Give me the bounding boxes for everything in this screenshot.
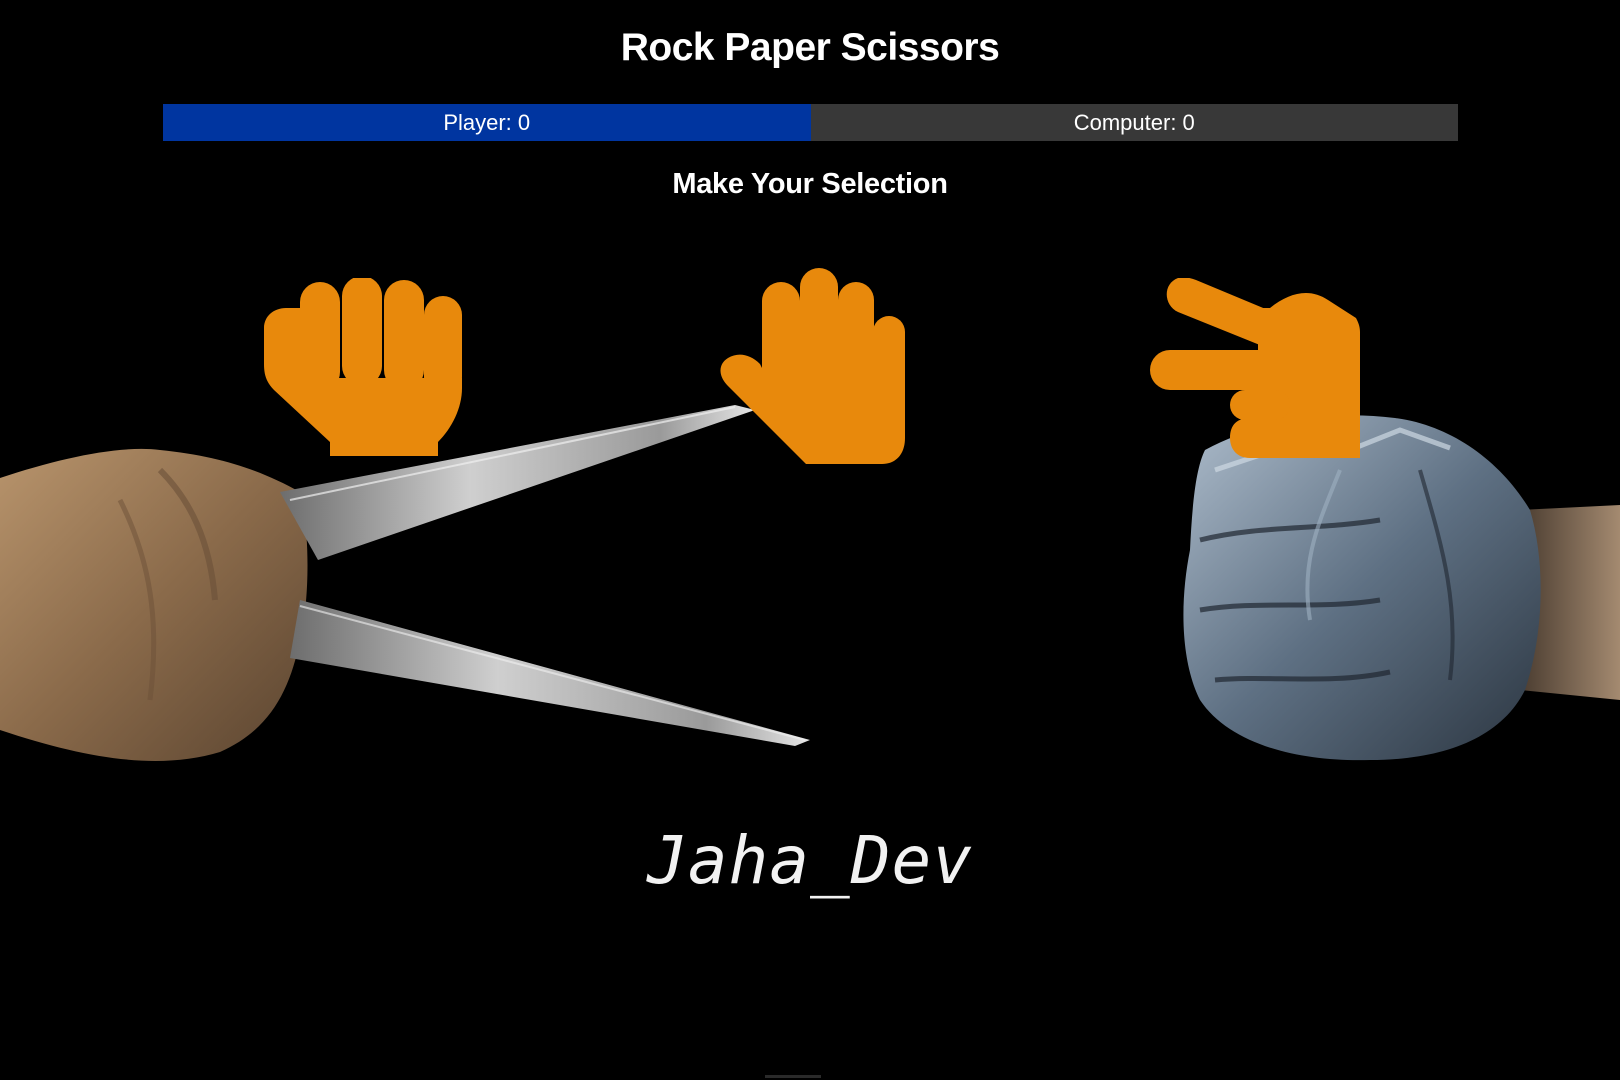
author-signature: Jaha_Dev (647, 822, 973, 899)
selection-prompt: Make Your Selection (672, 168, 948, 200)
rock-fist-image (1183, 415, 1620, 761)
scoreboard: Player: 0 Computer: 0 (163, 104, 1458, 141)
background-artwork (0, 405, 1620, 761)
computer-score: Computer: 0 (810, 104, 1458, 141)
scissors-hand-icon (1150, 278, 1360, 458)
paper-hand-icon (720, 268, 905, 464)
rock-button[interactable] (262, 278, 472, 460)
game-page: Rock Paper Scissors Player: 0 Computer: … (0, 0, 1620, 1080)
player-score: Player: 0 (163, 104, 811, 141)
scissors-button[interactable] (1150, 278, 1360, 460)
bottom-divider (765, 1075, 821, 1078)
paper-button[interactable] (720, 268, 905, 470)
page-title: Rock Paper Scissors (620, 26, 1000, 69)
rock-fist-icon (264, 278, 462, 456)
